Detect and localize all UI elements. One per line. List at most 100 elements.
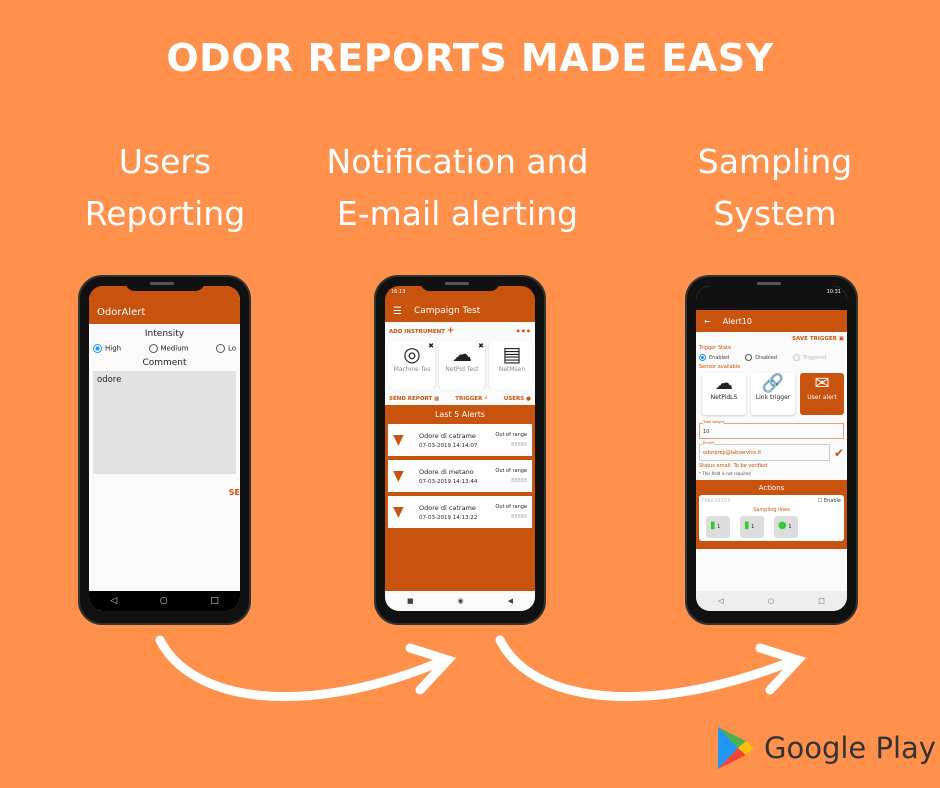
radio-triggered[interactable]: Triggered xyxy=(792,354,826,361)
alert-name: Odore di catrame xyxy=(419,431,476,440)
nav-bar: ◁ ○ □ xyxy=(696,591,847,611)
phone-users-reporting: OdorAlert Intensity High Medium Lo Comme… xyxy=(78,275,251,625)
radio-disabled[interactable]: Disabled xyxy=(745,354,777,361)
home-icon[interactable]: ◉ xyxy=(458,597,464,605)
alert-item[interactable]: ▼ Odore di metano 07-03-2019 14:13:44 Out o… xyxy=(388,460,532,492)
add-instrument-button[interactable]: ADD INSTRUMENT + xyxy=(389,326,454,336)
alert-status: Out of range xyxy=(495,432,527,438)
alert-value: 88888 xyxy=(511,478,527,484)
nav-bar: ■ ◉ ◀ xyxy=(385,591,535,611)
sensor-card[interactable]: ☁ NetPidLS xyxy=(702,373,746,415)
column-title: Reporting xyxy=(84,194,246,233)
instrument-card[interactable]: ☁ NetPid Test ✖ xyxy=(439,342,485,388)
alert-status: Out of range xyxy=(495,504,527,510)
device-name: Odor101V3 xyxy=(702,498,731,504)
back-arrow-icon[interactable]: ← xyxy=(704,317,711,326)
app-title: Campaign Test xyxy=(413,306,481,316)
alert-item[interactable]: ▼ Odore di catrame 07-03-2019 14:13:22 Out … xyxy=(388,496,532,528)
radio-medium[interactable]: Medium xyxy=(148,344,189,353)
trigger-button[interactable]: TRIGGER ⚡ xyxy=(455,396,488,402)
clock: 10:31 xyxy=(826,289,841,295)
sensor-available-label: Sensor available xyxy=(699,364,741,370)
app-title: OdorAlert xyxy=(97,306,146,318)
mail-icon: ✉ xyxy=(814,373,830,394)
back-icon[interactable]: ◁ xyxy=(110,596,117,606)
radio-high[interactable]: High xyxy=(93,344,121,353)
alert-time: 07-03-2019 14:13:22 xyxy=(419,514,478,521)
radio-enabled[interactable]: Enabled xyxy=(699,354,729,361)
close-icon: ✖ xyxy=(478,342,484,350)
column-title: Sampling xyxy=(697,142,853,181)
back-icon[interactable]: ◁ xyxy=(718,597,723,605)
save-trigger-button[interactable]: SAVE TRIGGER ▣ xyxy=(699,336,844,342)
home-icon[interactable]: ○ xyxy=(160,596,168,606)
alerts-title: Last 5 Alerts xyxy=(434,410,486,419)
phone-sampling: 10:31 ← Alert10 SAVE TRIGGER ▣ Trigger St… xyxy=(685,275,858,625)
alert-value: 88888 xyxy=(511,514,527,520)
app-bar: ← Alert10 xyxy=(696,310,847,332)
curved-arrow xyxy=(155,635,445,702)
headline: ODOR REPORTS MADE EASY xyxy=(166,36,774,80)
send-report-button[interactable]: SEND REPORT ▦ xyxy=(389,396,439,402)
nav-bar: ◁ ○ □ xyxy=(89,591,240,611)
curved-arrow xyxy=(495,635,795,702)
app-bar: ☰ Campaign Test xyxy=(385,300,535,322)
signal-icon: ▼ xyxy=(393,468,404,484)
checkmark-icon: ✔ xyxy=(833,445,844,460)
recents-icon[interactable]: □ xyxy=(210,596,219,606)
column-title: E-mail alerting xyxy=(336,194,579,233)
google-play-badge[interactable]: Google Play xyxy=(716,725,936,771)
instrument-card[interactable]: ◎ Machine Tes ✖ xyxy=(389,342,435,388)
column-title: Users xyxy=(118,142,212,181)
alert-item[interactable]: ▼ Odore di catrame 07-03-2019 14:14:07 Out … xyxy=(388,424,532,456)
enable-checkbox[interactable]: ☐ Enable xyxy=(818,498,841,504)
status-email: Status email: To be verified xyxy=(699,463,768,469)
google-play-label: Google Play xyxy=(764,731,936,765)
google-play-icon xyxy=(718,727,754,769)
home-icon[interactable]: ○ xyxy=(768,597,774,605)
column-users-reporting: Users Reporting xyxy=(60,136,270,240)
tube-icon: ▮ xyxy=(744,520,750,531)
sensor-icon: ▤ xyxy=(502,342,522,366)
column-title: System xyxy=(713,194,837,233)
sampling-line[interactable]: ▮ 1 xyxy=(740,516,764,538)
recents-icon[interactable]: □ xyxy=(818,597,825,605)
phone-notifications: 16:13 ☰ Campaign Test ADD INSTRUMENT + •••… xyxy=(374,275,546,625)
alert-time: 07-03-2019 14:14:07 xyxy=(419,442,478,449)
link-icon: 🔗 xyxy=(761,373,785,394)
comment-input[interactable]: odore xyxy=(93,371,236,474)
sensor-card[interactable]: 🔗 Link trigger xyxy=(751,373,795,415)
trigger-state-label: Trigger State xyxy=(699,345,732,351)
app-bar: OdorAlert xyxy=(89,300,240,324)
alert-value: 88888 xyxy=(511,442,527,448)
sampling-line[interactable]: ▮ 1 xyxy=(706,516,730,538)
intensity-label: Intensity xyxy=(144,329,185,339)
bag-icon: ● xyxy=(778,520,787,531)
radio-low[interactable]: Lo xyxy=(215,344,236,353)
instrument-card[interactable]: ▤ NetMsen xyxy=(489,342,531,388)
field-note: * This field is not required xyxy=(699,471,751,476)
email-input[interactable]: Email* odorprep@labservice.it xyxy=(699,441,830,461)
column-sampling: Sampling System xyxy=(670,136,880,240)
menu-icon[interactable]: ☰ xyxy=(393,306,402,317)
comment-label: Comment xyxy=(142,358,187,368)
users-button[interactable]: USERS ● xyxy=(504,396,531,402)
send-button[interactable]: SE xyxy=(89,488,240,497)
total-weight-input[interactable]: Total weight 10 xyxy=(699,420,844,439)
actions-title: Actions xyxy=(758,484,785,492)
alert-status: Out of range xyxy=(495,468,527,474)
more-icon[interactable]: ••• xyxy=(516,327,531,336)
recents-icon[interactable]: ■ xyxy=(407,597,414,605)
signal-icon: ▼ xyxy=(393,504,404,520)
plus-icon: + xyxy=(446,326,455,336)
signal-icon: ▼ xyxy=(393,432,404,448)
app-title: Alert10 xyxy=(722,316,752,326)
back-icon[interactable]: ◀ xyxy=(508,597,513,605)
column-notification: Notification and E-mail alerting xyxy=(300,136,615,240)
cloud-icon: ☁ xyxy=(715,373,733,394)
close-icon: ✖ xyxy=(428,342,434,350)
alert-name: Odore di catrame xyxy=(419,503,476,512)
clock: 16:13 xyxy=(391,289,406,295)
sampling-line[interactable]: ● 1 xyxy=(774,516,798,538)
sensor-card-selected[interactable]: ✉ User alert xyxy=(800,373,844,415)
